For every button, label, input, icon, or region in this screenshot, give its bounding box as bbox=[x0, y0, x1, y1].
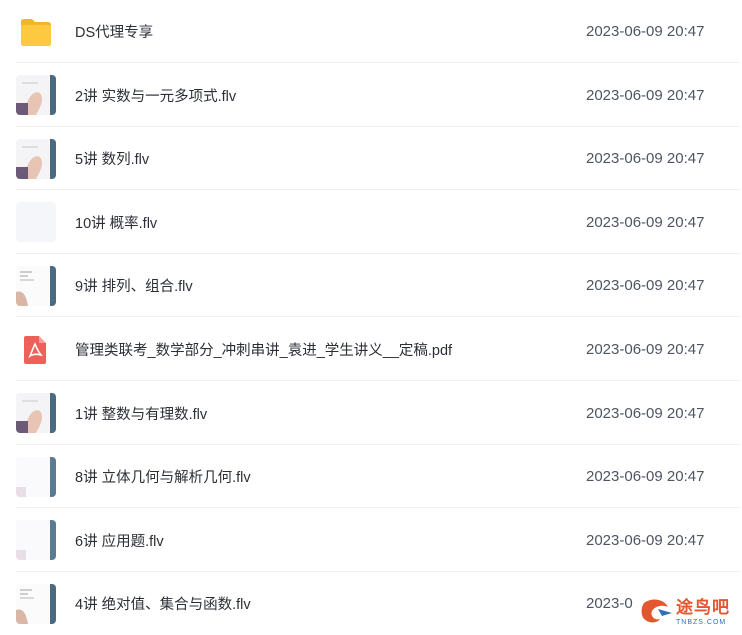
watermark-mark-icon bbox=[638, 595, 674, 629]
video-thumbnail-icon bbox=[16, 138, 56, 179]
file-date: 2023-06-09 20:47 bbox=[586, 213, 705, 231]
video-thumbnail-icon bbox=[16, 520, 56, 561]
file-date: 2023-06-09 20:47 bbox=[586, 277, 705, 295]
file-row[interactable]: 6讲 应用题.flv 2023-06-09 20:47 bbox=[0, 509, 742, 572]
file-name[interactable]: 10讲 概率.flv bbox=[75, 212, 157, 233]
video-thumbnail-icon bbox=[16, 583, 56, 624]
file-name[interactable]: 1讲 整数与有理数.flv bbox=[75, 403, 207, 424]
watermark-cn: 途鸟吧 bbox=[676, 597, 730, 617]
folder-icon bbox=[19, 17, 53, 47]
file-name[interactable]: 2讲 实数与一元多项式.flv bbox=[75, 85, 236, 106]
file-row[interactable]: 1讲 整数与有理数.flv 2023-06-09 20:47 bbox=[0, 382, 742, 445]
file-name[interactable]: 6讲 应用题.flv bbox=[75, 530, 164, 551]
video-thumbnail-icon bbox=[16, 75, 56, 116]
file-row[interactable]: 管理类联考_数学部分_冲刺串讲_袁进_学生讲义__定稿.pdf 2023-06-0… bbox=[0, 318, 742, 381]
file-name[interactable]: 8讲 立体几何与解析几何.flv bbox=[75, 466, 251, 487]
file-name[interactable]: 4讲 绝对值、集合与函数.flv bbox=[75, 593, 251, 614]
video-thumbnail-icon bbox=[16, 202, 56, 243]
file-date: 2023-06-09 20:47 bbox=[586, 404, 705, 422]
file-date: 2023-06-09 20:47 bbox=[586, 531, 705, 549]
file-row[interactable]: 8讲 立体几何与解析几何.flv 2023-06-09 20:47 bbox=[0, 445, 742, 509]
file-date: 2023-06-09 20:47 bbox=[586, 86, 705, 104]
file-row[interactable]: 9讲 排列、组合.flv 2023-06-09 20:47 bbox=[0, 254, 742, 318]
watermark-logo: 途鸟吧 TNBZS.COM bbox=[638, 590, 742, 634]
file-name[interactable]: 管理类联考_数学部分_冲刺串讲_袁进_学生讲义__定稿.pdf bbox=[75, 339, 452, 360]
file-date: 2023-0 bbox=[586, 595, 633, 613]
file-date: 2023-06-09 20:47 bbox=[586, 468, 705, 486]
file-name[interactable]: 5讲 数列.flv bbox=[75, 148, 149, 169]
watermark-en: TNBZS.COM bbox=[676, 618, 727, 626]
video-thumbnail-icon bbox=[16, 456, 56, 497]
file-row[interactable]: 4讲 绝对值、集合与函数.flv 2023-0 bbox=[0, 572, 742, 635]
pdf-icon bbox=[24, 335, 46, 364]
file-date: 2023-06-09 20:47 bbox=[586, 23, 705, 40]
file-date: 2023-06-09 20:47 bbox=[586, 341, 705, 358]
file-date: 2023-06-09 20:47 bbox=[586, 150, 705, 168]
file-row[interactable]: DS代理专享 2023-06-09 20:47 bbox=[0, 0, 742, 63]
file-name[interactable]: DS代理专享 bbox=[75, 21, 153, 42]
file-name[interactable]: 9讲 排列、组合.flv bbox=[75, 275, 193, 296]
video-thumbnail-icon bbox=[16, 393, 56, 434]
file-row[interactable]: 10讲 概率.flv 2023-06-09 20:47 bbox=[0, 191, 742, 254]
file-row[interactable]: 2讲 实数与一元多项式.flv 2023-06-09 20:47 bbox=[0, 64, 742, 127]
file-row[interactable]: 5讲 数列.flv 2023-06-09 20:47 bbox=[0, 127, 742, 191]
video-thumbnail-icon bbox=[16, 265, 56, 306]
